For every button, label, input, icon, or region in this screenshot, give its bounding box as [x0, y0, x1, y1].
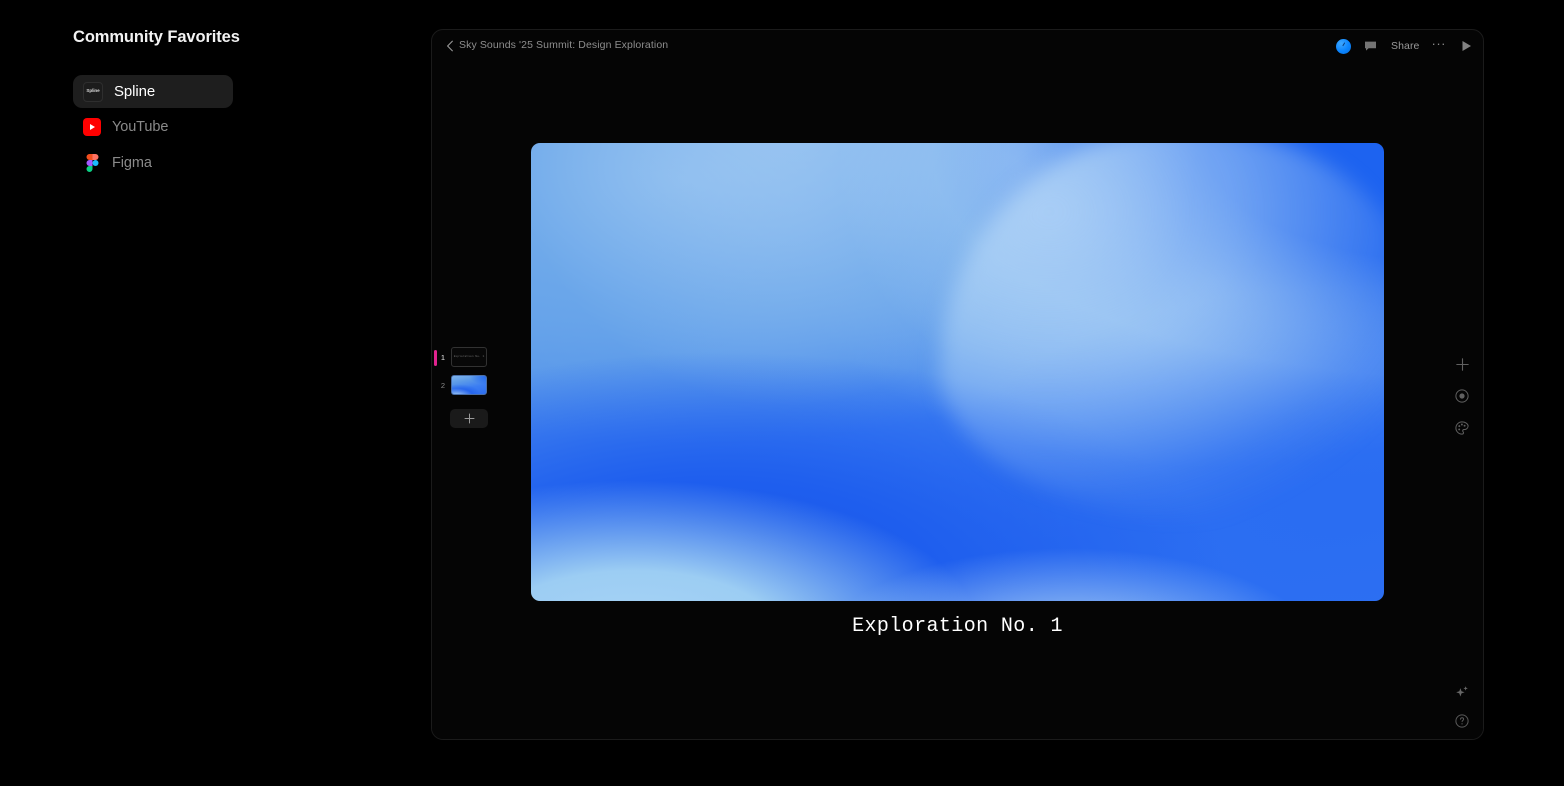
help-button[interactable] [1453, 712, 1471, 730]
record-icon [1455, 389, 1469, 403]
app-topbar: Sky Sounds '25 Summit: Design Exploratio… [432, 30, 1483, 62]
editor-canvas[interactable]: Exploration No. 1 1 Exploration No. 1 2 [432, 62, 1483, 739]
share-button[interactable]: Share [1391, 40, 1420, 52]
palette-icon [1455, 421, 1469, 435]
user-avatar-clock-icon[interactable] [1335, 38, 1351, 54]
sidebar-item-spline[interactable]: Spline Spline [73, 75, 233, 108]
slide-thumbnail-2[interactable]: 2 [434, 375, 494, 397]
document-title: Sky Sounds '25 Summit: Design Exploratio… [459, 39, 669, 51]
comment-icon[interactable] [1363, 38, 1379, 54]
active-slide-marker [434, 350, 437, 366]
slide-thumbnail-preview[interactable] [451, 375, 487, 395]
sidebar-item-figma[interactable]: Figma [73, 146, 233, 180]
back-button[interactable] [441, 37, 459, 55]
slide-caption: Exploration No. 1 [852, 615, 1063, 638]
more-options-button[interactable]: ··· [1432, 37, 1447, 52]
bottom-right-rail [1453, 683, 1471, 730]
sidebar-item-label: Figma [112, 155, 152, 171]
spline-icon: Spline [83, 81, 103, 102]
sidebar-item-label: Spline [114, 83, 156, 100]
record-button[interactable] [1453, 387, 1471, 405]
chevron-left-icon [446, 40, 454, 52]
slide-thumbnail-preview[interactable]: Exploration No. 1 [451, 347, 487, 367]
sidebar-item-youtube[interactable]: YouTube [73, 110, 233, 144]
slide-number: 1 [440, 353, 446, 362]
add-slide-button[interactable] [450, 409, 488, 428]
spline-app-frame: Sky Sounds '25 Summit: Design Exploratio… [431, 29, 1484, 740]
community-favorites-sidebar: Community Favorites Spline Spline YouTub… [0, 0, 430, 786]
sparkle-icon [1455, 685, 1469, 699]
sidebar-item-label: YouTube [112, 119, 169, 135]
slide-thumbnail-rail: 1 Exploration No. 1 2 [434, 347, 494, 428]
slide-number: 2 [440, 381, 446, 390]
add-object-button[interactable] [1453, 355, 1471, 373]
slide-stage: Exploration No. 1 [531, 143, 1384, 638]
sidebar-list: Spline Spline YouTube Figma [73, 75, 233, 182]
youtube-icon [83, 118, 101, 136]
right-tool-rail [1453, 355, 1471, 437]
sidebar-title: Community Favorites [73, 28, 240, 46]
help-icon [1455, 714, 1469, 728]
active-slide-marker [434, 378, 437, 394]
plus-icon [1455, 357, 1469, 371]
plus-icon [464, 413, 475, 424]
topbar-actions: Share ··· [1335, 30, 1474, 62]
slide-thumbnail-caption: Exploration No. 1 [453, 355, 485, 358]
slide-thumbnail-1[interactable]: 1 Exploration No. 1 [434, 347, 494, 369]
play-icon[interactable] [1458, 38, 1474, 54]
theme-button[interactable] [1453, 419, 1471, 437]
blue-gradient-mesh-artwork[interactable] [531, 143, 1384, 601]
ai-assist-button[interactable] [1453, 683, 1471, 701]
figma-icon [83, 154, 101, 172]
